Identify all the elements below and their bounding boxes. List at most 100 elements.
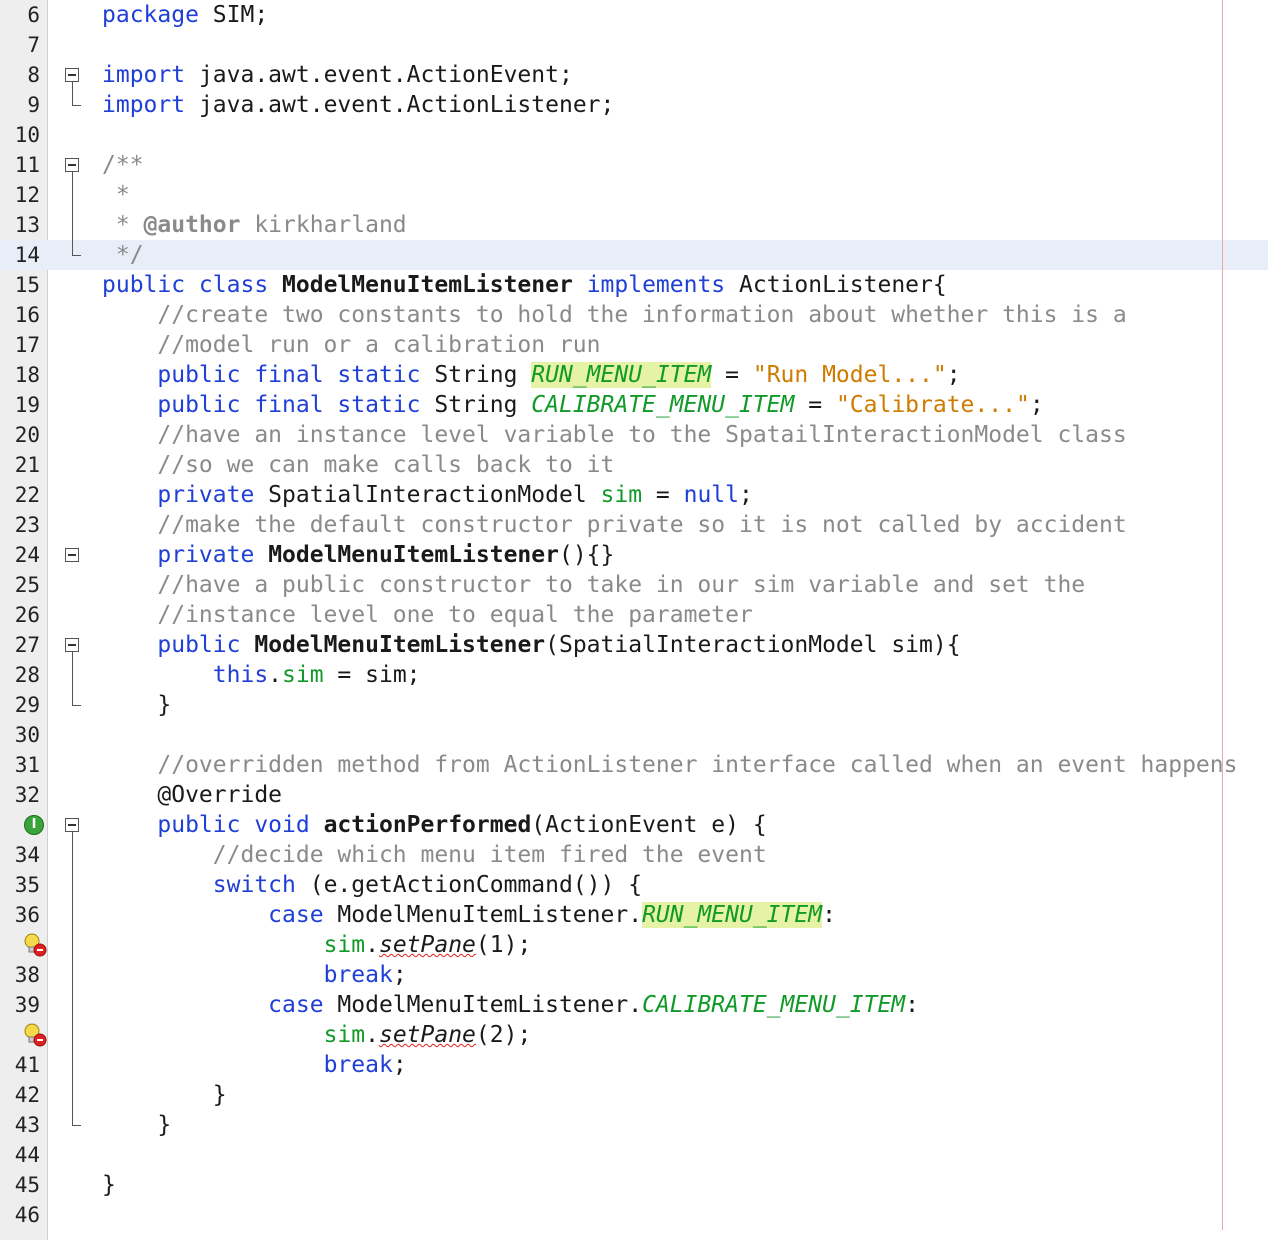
code-line[interactable]: 30 (0, 720, 1268, 750)
line-number[interactable]: 35 (0, 870, 40, 900)
code-line[interactable]: 35 switch (e.getActionCommand()) { (0, 870, 1268, 900)
line-code[interactable]: import java.awt.event.ActionEvent; (102, 60, 573, 90)
code-line[interactable]: 10 (0, 120, 1268, 150)
line-code[interactable]: public final static String CALIBRATE_MEN… (102, 390, 1043, 420)
line-code[interactable]: private ModelMenuItemListener(){} (102, 540, 614, 570)
code-line[interactable]: 17 //model run or a calibration run (0, 330, 1268, 360)
code-line[interactable]: 46 (0, 1200, 1268, 1230)
line-number[interactable]: 44 (0, 1140, 40, 1170)
line-code[interactable]: @Override (102, 780, 282, 810)
line-code[interactable]: public ModelMenuItemListener(SpatialInte… (102, 630, 960, 660)
code-line[interactable]: 21 //so we can make calls back to it (0, 450, 1268, 480)
code-line[interactable]: 23 //make the default constructor privat… (0, 510, 1268, 540)
code-line[interactable]: 44 (0, 1140, 1268, 1170)
line-number[interactable]: 16 (0, 300, 40, 330)
line-code[interactable]: case ModelMenuItemListener.CALIBRATE_MEN… (102, 990, 919, 1020)
line-number[interactable]: 34 (0, 840, 40, 870)
line-code[interactable]: //decide which menu item fired the event (102, 840, 767, 870)
line-code[interactable]: switch (e.getActionCommand()) { (102, 870, 642, 900)
line-number[interactable]: 6 (0, 0, 40, 30)
code-line[interactable]: 12 * (0, 180, 1268, 210)
line-number[interactable]: 28 (0, 660, 40, 690)
line-code[interactable]: //make the default constructor private s… (102, 510, 1126, 540)
fold-toggle-icon[interactable] (65, 818, 79, 832)
line-number[interactable]: 23 (0, 510, 40, 540)
line-number[interactable]: 43 (0, 1110, 40, 1140)
line-number[interactable]: 45 (0, 1170, 40, 1200)
line-number[interactable]: 12 (0, 180, 40, 210)
code-line[interactable]: sim.setPane(2); (0, 1020, 1268, 1050)
line-code[interactable]: //so we can make calls back to it (102, 450, 614, 480)
line-code[interactable]: this.sim = sim; (102, 660, 421, 690)
code-line[interactable]: 15 public class ModelMenuItemListener imp… (0, 270, 1268, 300)
code-line[interactable]: 24 private ModelMenuItemListener(){} (0, 540, 1268, 570)
code-line[interactable]: 19 public final static String CALIBRATE_… (0, 390, 1268, 420)
line-number[interactable]: 7 (0, 30, 40, 60)
line-number[interactable]: 13 (0, 210, 40, 240)
line-number[interactable]: 26 (0, 600, 40, 630)
line-code[interactable]: sim.setPane(1); (102, 930, 532, 960)
line-number[interactable]: 41 (0, 1050, 40, 1080)
line-number[interactable]: 22 (0, 480, 40, 510)
code-line[interactable]: 22 private SpatialInteractionModel sim =… (0, 480, 1268, 510)
line-code[interactable]: //create two constants to hold the infor… (102, 300, 1126, 330)
error-hint-bulb-icon[interactable] (22, 1022, 48, 1048)
line-number[interactable]: 15 (0, 270, 40, 300)
fold-toggle-icon[interactable] (65, 638, 79, 652)
implements-method-icon[interactable]: I (24, 815, 44, 835)
line-number[interactable]: 21 (0, 450, 40, 480)
code-line[interactable]: 39 case ModelMenuItemListener.CALIBRATE_… (0, 990, 1268, 1020)
line-code[interactable]: } (102, 1080, 227, 1110)
line-number[interactable]: 39 (0, 990, 40, 1020)
line-code[interactable]: //model run or a calibration run (102, 330, 600, 360)
line-code[interactable]: break; (102, 1050, 407, 1080)
line-number[interactable]: 36 (0, 900, 40, 930)
code-line[interactable]: 16 //create two constants to hold the in… (0, 300, 1268, 330)
code-line[interactable]: 38 break; (0, 960, 1268, 990)
line-number[interactable]: 31 (0, 750, 40, 780)
line-code[interactable]: //have a public constructor to take in o… (102, 570, 1085, 600)
line-code[interactable]: package SIM; (102, 0, 268, 30)
line-number[interactable]: 14 (0, 240, 40, 270)
code-line[interactable]: 8 import java.awt.event.ActionEvent; (0, 60, 1268, 90)
line-code[interactable]: //overridden method from ActionListener … (102, 750, 1237, 780)
code-line[interactable]: 18 public final static String RUN_MENU_I… (0, 360, 1268, 390)
line-code[interactable]: public class ModelMenuItemListener imple… (102, 270, 947, 300)
line-code[interactable]: */ (102, 240, 144, 270)
line-number[interactable]: 38 (0, 960, 40, 990)
line-code[interactable]: public void actionPerformed(ActionEvent … (102, 810, 766, 840)
line-number[interactable]: 24 (0, 540, 40, 570)
fold-toggle-icon[interactable] (65, 68, 79, 82)
code-line[interactable]: public void actionPerformed(ActionEvent … (0, 810, 1268, 840)
line-number[interactable]: 30 (0, 720, 40, 750)
fold-toggle-icon[interactable] (65, 548, 79, 562)
code-line[interactable]: 32 @Override (0, 780, 1268, 810)
line-code[interactable]: //instance level one to equal the parame… (102, 600, 752, 630)
code-editor[interactable]: 6 package SIM; 7 8 import java.awt.event.Act… (0, 0, 1268, 1240)
line-code[interactable]: import java.awt.event.ActionListener; (102, 90, 614, 120)
line-code[interactable]: private SpatialInteractionModel sim = nu… (102, 480, 752, 510)
line-number[interactable]: 18 (0, 360, 40, 390)
code-line[interactable]: 31 //overridden method from ActionListen… (0, 750, 1268, 780)
line-number[interactable]: 9 (0, 90, 40, 120)
line-code[interactable]: sim.setPane(2); (102, 1020, 532, 1050)
line-number[interactable]: 20 (0, 420, 40, 450)
code-line[interactable]: 13 * @author kirkharland (0, 210, 1268, 240)
code-line[interactable]: 29 } (0, 690, 1268, 720)
line-code[interactable]: break; (102, 960, 407, 990)
code-line[interactable]: 20 //have an instance level variable to … (0, 420, 1268, 450)
line-code[interactable]: /** (102, 150, 144, 180)
line-number[interactable]: 27 (0, 630, 40, 660)
code-line[interactable]: sim.setPane(1); (0, 930, 1268, 960)
code-line[interactable]: 14 */ (0, 240, 1268, 270)
code-line[interactable]: 27 public ModelMenuItemListener(SpatialI… (0, 630, 1268, 660)
line-number[interactable]: 29 (0, 690, 40, 720)
line-number[interactable]: 42 (0, 1080, 40, 1110)
code-line[interactable]: 6 package SIM; (0, 0, 1268, 30)
line-number[interactable]: 17 (0, 330, 40, 360)
line-code[interactable]: } (102, 690, 171, 720)
line-number[interactable]: 46 (0, 1200, 40, 1230)
line-code[interactable]: * (102, 180, 130, 210)
line-number[interactable]: 19 (0, 390, 40, 420)
code-line[interactable]: 41 break; (0, 1050, 1268, 1080)
